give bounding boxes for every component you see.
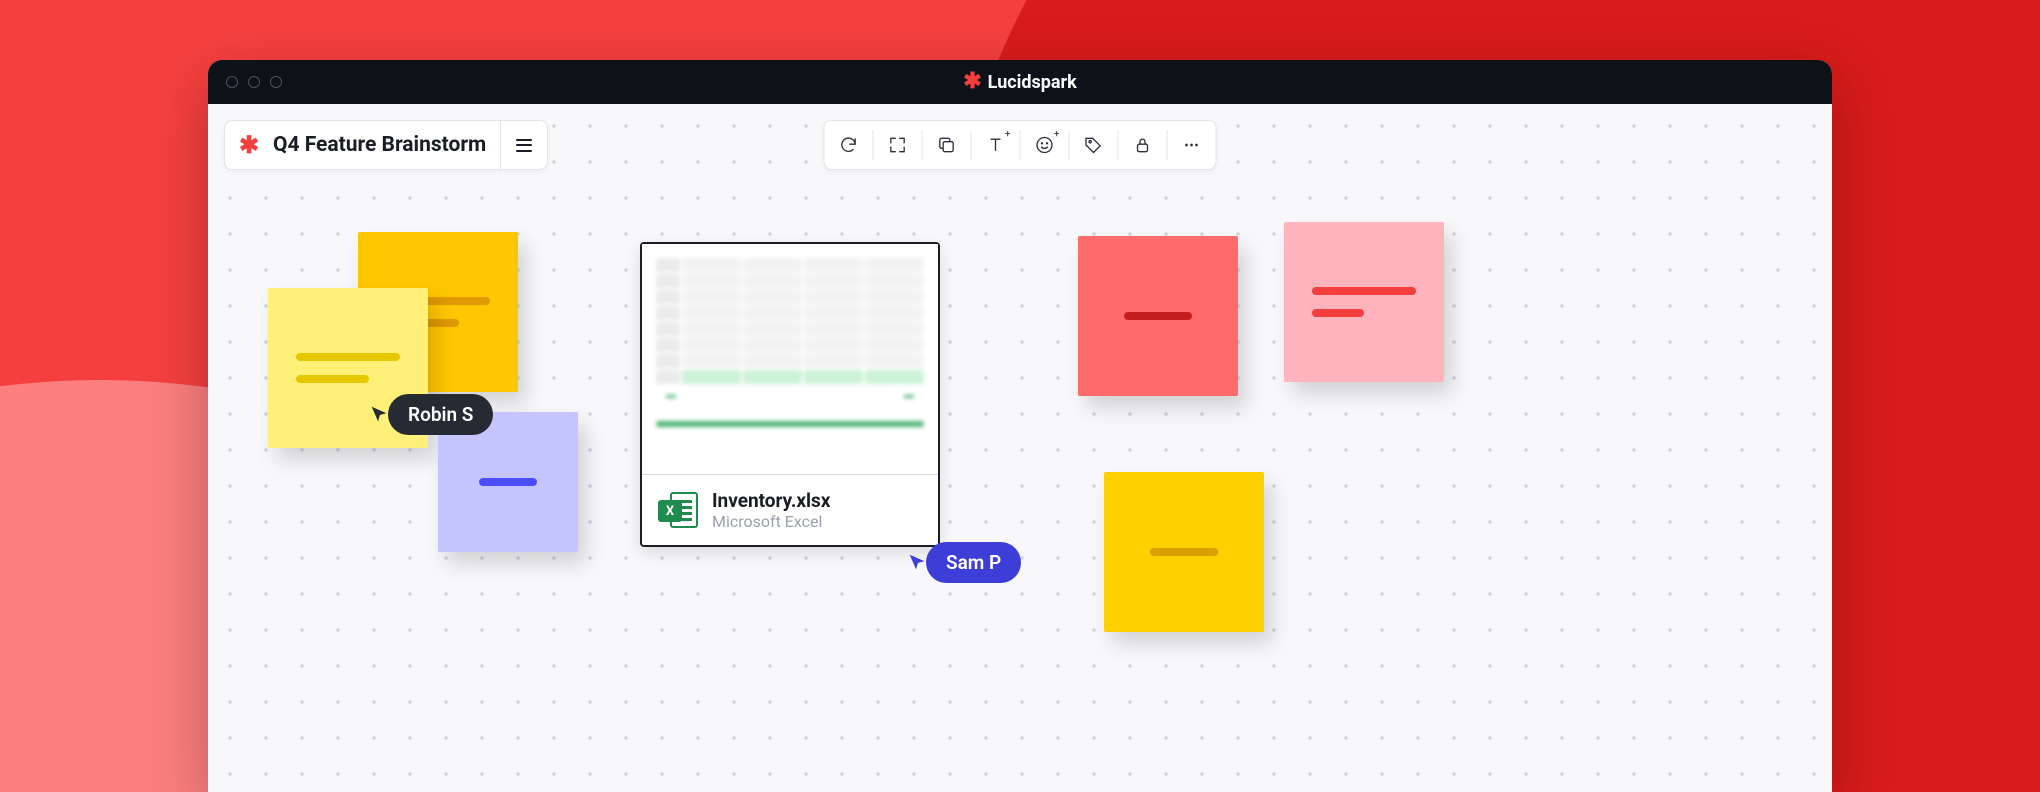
sticky-text-line — [479, 478, 538, 486]
titlebar-app-name: ✱ Lucidspark — [963, 71, 1077, 93]
traffic-lights[interactable] — [226, 76, 282, 88]
plus-icon: + — [1005, 129, 1011, 140]
copy-icon — [937, 135, 957, 155]
spreadsheet-preview: ▬▬ — [656, 258, 924, 464]
object-toolbar: + + — [824, 120, 1217, 170]
window-titlebar: ✱ Lucidspark — [208, 60, 1832, 104]
embedded-file-footer: X Inventory.xlsx Microsoft Excel — [642, 474, 938, 545]
lucidspark-logo-icon: ✱ — [225, 131, 273, 159]
copy-button[interactable] — [923, 121, 971, 169]
sticky-text-line — [1150, 548, 1218, 556]
canvas[interactable]: ✱ Q4 Feature Brainstorm + — [208, 104, 1832, 792]
text-icon — [986, 135, 1006, 155]
sticky-text-line — [296, 375, 369, 383]
text-button[interactable]: + — [972, 121, 1020, 169]
app-window: ✱ Lucidspark ✱ Q4 Feature Brainstorm — [208, 60, 1832, 792]
collaborator-cursor-sam: Sam P — [906, 542, 1021, 583]
more-icon — [1182, 135, 1202, 155]
sticky-note[interactable] — [1078, 236, 1238, 396]
tag-button[interactable] — [1070, 121, 1118, 169]
lock-button[interactable] — [1119, 121, 1167, 169]
traffic-zoom-icon[interactable] — [270, 76, 282, 88]
expand-button[interactable] — [874, 121, 922, 169]
refresh-button[interactable] — [825, 121, 873, 169]
more-button[interactable] — [1168, 121, 1216, 169]
emoji-icon — [1035, 135, 1055, 155]
embedded-file-type: Microsoft Excel — [712, 512, 830, 531]
collaborator-name-label: Robin S — [388, 394, 493, 435]
embedded-file-name: Inventory.xlsx — [712, 489, 830, 512]
collaborator-cursor-robin: Robin S — [368, 394, 493, 435]
cursor-icon — [906, 552, 928, 574]
sticky-text-line — [296, 353, 400, 361]
embedded-file-preview: ▬▬ — [642, 244, 938, 474]
sticky-note[interactable] — [1284, 222, 1444, 382]
embedded-file-card[interactable]: ▬▬ X Inventory.xlsx Microsoft Excel — [640, 242, 940, 547]
excel-icon: X — [658, 490, 698, 530]
app-name-label: Lucidspark — [988, 72, 1077, 93]
cursor-icon — [368, 404, 390, 426]
document-title-bar: ✱ Q4 Feature Brainstorm — [224, 120, 548, 170]
sticky-text-line — [1312, 287, 1416, 295]
tag-icon — [1084, 135, 1104, 155]
plus-icon: + — [1054, 129, 1060, 140]
lucidspark-logo-icon: ✱ — [963, 71, 981, 93]
sticky-text-line — [1124, 312, 1192, 320]
lock-icon — [1133, 135, 1153, 155]
sticky-text-line — [1312, 309, 1364, 317]
traffic-close-icon[interactable] — [226, 76, 238, 88]
collaborator-name-label: Sam P — [926, 542, 1021, 583]
expand-icon — [888, 135, 908, 155]
refresh-icon — [839, 135, 859, 155]
traffic-minimize-icon[interactable] — [248, 76, 260, 88]
emoji-button[interactable]: + — [1021, 121, 1069, 169]
document-menu-button[interactable] — [501, 121, 547, 169]
hamburger-icon — [516, 139, 532, 152]
sticky-note[interactable] — [1104, 472, 1264, 632]
document-title[interactable]: Q4 Feature Brainstorm — [273, 121, 501, 169]
